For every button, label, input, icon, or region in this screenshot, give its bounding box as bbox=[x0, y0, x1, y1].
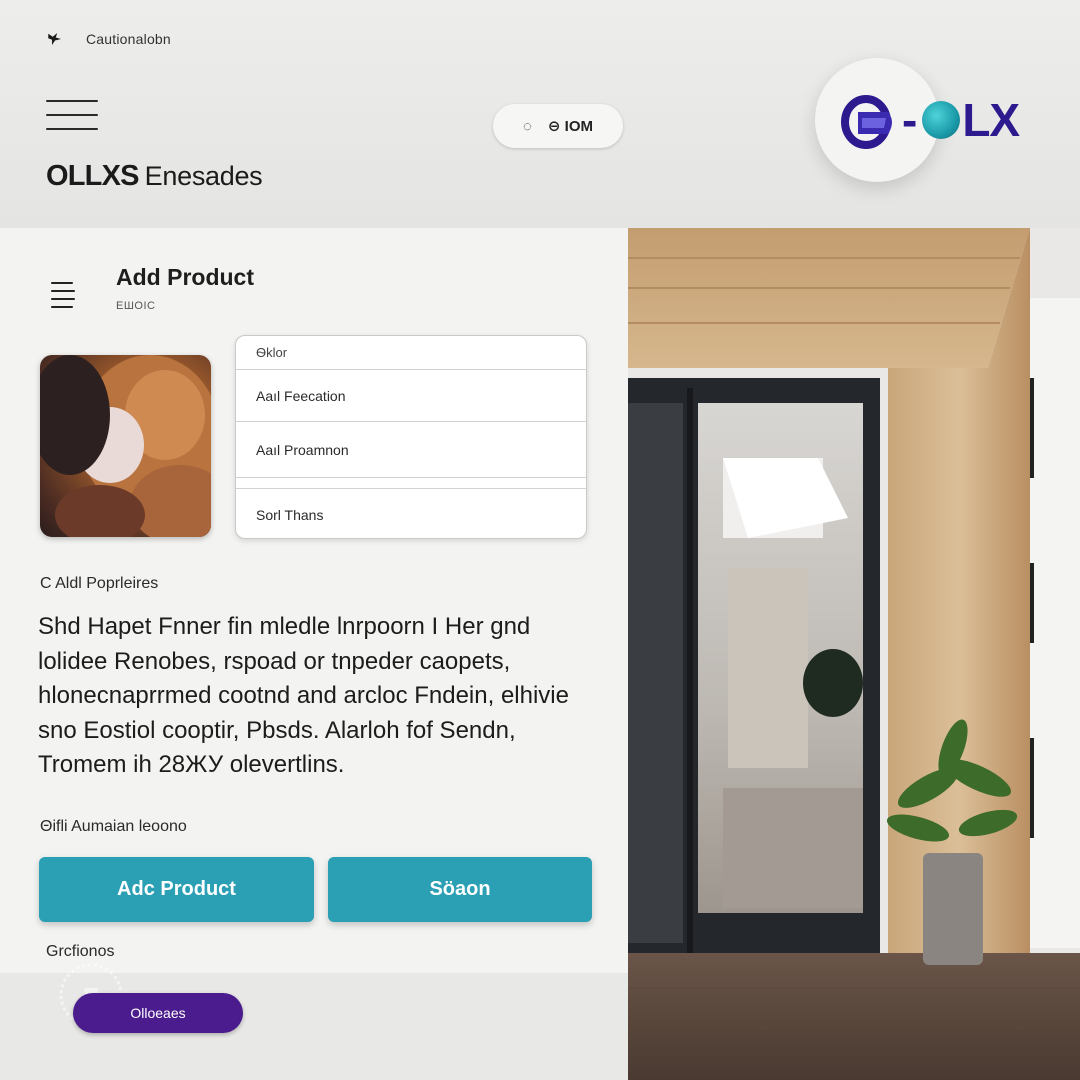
option-sort-items[interactable]: Sorl Thans bbox=[236, 488, 586, 540]
olx-logo-mark-icon bbox=[841, 95, 892, 149]
zoom-pill-icon: ◌ bbox=[523, 117, 532, 135]
hamburger-line bbox=[46, 114, 98, 116]
list-icon[interactable] bbox=[50, 276, 78, 316]
olx-logo-text: - LX bbox=[902, 93, 1020, 147]
option-add-location[interactable]: Aaıl Feecation bbox=[236, 370, 586, 422]
status-badge[interactable]: Olloeaes bbox=[73, 993, 243, 1033]
product-image[interactable] bbox=[40, 355, 211, 537]
logo-dot bbox=[922, 101, 961, 139]
hamburger-line bbox=[46, 100, 98, 102]
page-title: Add Product bbox=[116, 264, 254, 290]
top-bar-text: Cautionalobn bbox=[86, 31, 171, 47]
option-add-promotion[interactable]: Aaıl Proamnon bbox=[236, 422, 586, 478]
interior-scene-art bbox=[628, 228, 1080, 1080]
brand-name: OLLXS bbox=[46, 160, 139, 192]
add-product-card: Add Product ЕШОІС Ѳklor Aaıl Feecation A… bbox=[0, 228, 628, 973]
interior-photo bbox=[628, 228, 1080, 1080]
search-button[interactable]: Söaon bbox=[328, 857, 592, 922]
brand-subtitle: Enesades bbox=[144, 161, 263, 191]
product-description: Shd Hapet Fnner fin mledle lnrpoorn I He… bbox=[38, 613, 569, 778]
footer-label: Grcfionos bbox=[46, 943, 115, 960]
add-product-button[interactable]: Adc Product bbox=[39, 857, 314, 922]
bird-icon bbox=[48, 33, 61, 45]
logo-dash: - bbox=[902, 94, 917, 146]
zoom-pill-label: ⊖ IOM bbox=[547, 118, 593, 135]
section-label: C Aldl Poprleires bbox=[40, 575, 159, 592]
option-header[interactable]: Ѳklor bbox=[236, 336, 586, 370]
logo-letters: LX bbox=[962, 94, 1020, 146]
hamburger-line bbox=[46, 128, 98, 130]
meta-label: Θifli Aumaian leoono bbox=[40, 818, 187, 835]
options-dropdown: Ѳklor Aaıl Feecation Aaıl Proamnon Sorl … bbox=[235, 335, 587, 539]
top-bar: Cautionalobn bbox=[46, 30, 171, 48]
page-subtitle: ЕШОІС bbox=[116, 300, 156, 312]
product-image-art bbox=[40, 355, 211, 537]
zoom-pill[interactable]: ◌ ⊖ IOM bbox=[493, 104, 623, 148]
hamburger-menu-icon[interactable] bbox=[46, 100, 98, 130]
brand-title: OLLXS Enesades bbox=[46, 160, 263, 193]
